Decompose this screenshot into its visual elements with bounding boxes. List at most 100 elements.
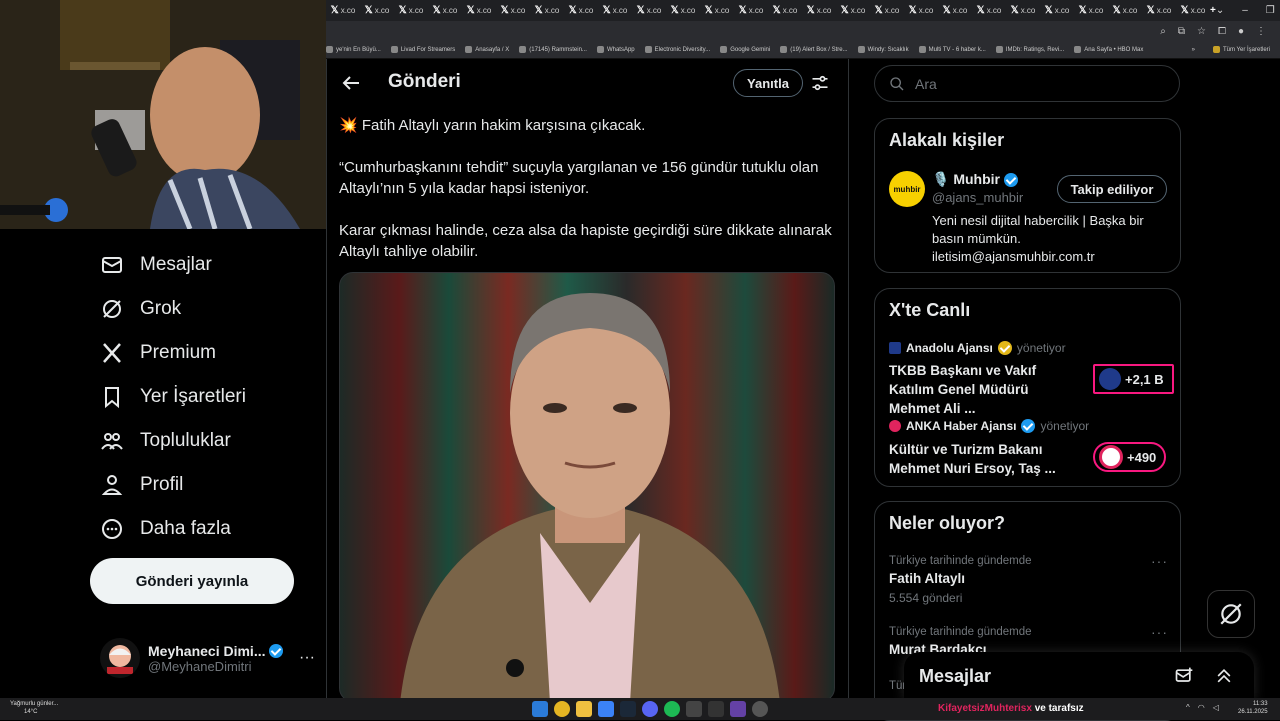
bookmark-item[interactable]: Anasayfa / X [465,46,509,53]
expand-drawer-icon[interactable] [1214,666,1234,686]
discord-icon[interactable] [642,701,658,717]
browser-tab[interactable]: 𝕏x.co [802,0,836,21]
trend-name[interactable]: Fatih Altaylı [889,571,965,586]
bookmark-item[interactable]: Ana Sayfa • HBO Max [1074,46,1143,53]
bookmark-item[interactable]: ye'nin En Büyü... [326,46,381,53]
post-button[interactable]: Gönderi yayınla [90,558,294,604]
live-source[interactable]: Anadolu Ajansı yönetiyor [889,341,1066,355]
nav-communities[interactable]: Topluluklar [100,426,231,456]
bookmark-item[interactable]: Livad For Streamers [390,46,455,53]
post-image[interactable] [339,272,835,698]
nav-more[interactable]: Daha fazla [100,514,231,544]
browser-tab[interactable]: 𝕏x.co [632,0,666,21]
bookmarks-more[interactable]: » [1192,47,1203,53]
account-switcher[interactable]: Meyhaneci Dimi... @MeyhaneDimitri ··· [100,636,315,680]
browser-tab[interactable]: 𝕏x.co [938,0,972,21]
app-icon[interactable] [730,701,746,717]
chevron-up-icon[interactable]: ^ [1186,703,1190,712]
more-icon[interactable]: ··· [1151,624,1168,640]
bookmark-item[interactable]: Electronic Diversity... [644,46,710,53]
wifi-icon[interactable]: ◠ [1198,703,1205,712]
related-account-name[interactable]: 🎙️ Muhbir [932,171,1018,188]
bookmark-item[interactable]: Multi TV - 6 haber k... [918,46,986,53]
compose-message-icon[interactable] [1174,666,1194,686]
filter-icon[interactable] [810,73,830,93]
nav-premium[interactable]: Premium [100,338,216,368]
browser-tab[interactable]: 𝕏x.co [1108,0,1142,21]
bookmark-item[interactable]: Windy: Sıcaklık [857,46,909,53]
browser-tab[interactable]: 𝕏x.co [1176,0,1210,21]
folder-icon[interactable] [576,701,592,717]
following-button[interactable]: Takip ediliyor [1057,175,1167,203]
windows-taskbar: Yağmurlu günler... 14°C KifayetsizMuhter… [0,698,1280,720]
browser-tab[interactable]: 𝕏x.co [1040,0,1074,21]
live-title[interactable]: Kültür ve Turizm Bakanı Mehmet Nuri Erso… [889,440,1079,478]
trend-count: 5.554 gönderi [889,591,963,605]
app-icon[interactable] [708,701,724,717]
star-icon[interactable]: ☆ [1197,26,1206,37]
grok-button[interactable] [1207,590,1255,638]
browser-tab[interactable]: 𝕏x.co [768,0,802,21]
browser-tab[interactable]: 𝕏x.co [1074,0,1108,21]
browser-tab[interactable]: 𝕏x.co [700,0,734,21]
bookmark-item[interactable]: (17145) Rammstein... [519,46,587,53]
search-icon[interactable]: ⌕ [1160,26,1166,37]
profile-icon[interactable]: ● [1238,26,1244,37]
browser-tab[interactable]: 𝕏x.co [564,0,598,21]
menu-icon[interactable]: ⋮ [1256,26,1266,37]
browser-tab[interactable]: 𝕏x.co [1006,0,1040,21]
messages-drawer[interactable]: Mesajlar [904,652,1254,700]
extensions-icon[interactable]: ⧠ [1218,26,1226,37]
more-icon[interactable]: ··· [299,649,315,667]
search-input[interactable]: Ara [874,65,1180,102]
restore-icon[interactable]: ❐ [1266,5,1275,16]
nav-grok[interactable]: Grok [100,294,181,324]
browser-tab[interactable]: 𝕏x.co [598,0,632,21]
tab-label: x.co [612,6,628,15]
bookmark-item[interactable]: WhatsApp [596,46,635,53]
browser-tab[interactable]: 𝕏x.co [326,0,360,21]
avatar[interactable]: muhbir [889,171,925,207]
live-listeners-badge[interactable]: +2,1 B [1093,364,1174,394]
nav-profile[interactable]: Profil [100,470,183,500]
browser-tab[interactable]: 𝕏x.co [836,0,870,21]
browser-tab[interactable]: 𝕏x.co [734,0,768,21]
bookmark-item[interactable]: (19) Alert Box / Stre... [780,46,848,53]
browser-tab[interactable]: 𝕏x.co [530,0,564,21]
browser-tab[interactable]: 𝕏x.co [360,0,394,21]
chevron-down-icon[interactable]: ⌄ [1216,5,1224,16]
spotify-icon[interactable] [664,701,680,717]
weather-widget[interactable]: Yağmurlu günler... 14°C [10,700,58,716]
live-source[interactable]: ANKA Haber Ajansı yönetiyor [889,419,1089,433]
browser-tab[interactable]: 𝕏x.co [666,0,700,21]
browser-tab[interactable]: 𝕏x.co [462,0,496,21]
install-icon[interactable]: ⧉ [1178,26,1185,37]
browser-tab[interactable]: 𝕏x.co [394,0,428,21]
browser-tab[interactable]: 𝕏x.co [972,0,1006,21]
live-listeners-badge[interactable]: +490 [1093,442,1167,472]
start-icon[interactable] [532,701,548,717]
reply-button[interactable]: Yanıtla [733,69,803,97]
app-icon[interactable] [686,701,702,717]
browser-tab[interactable]: 𝕏x.co [1142,0,1176,21]
nav-bookmarks[interactable]: Yer İşaretleri [100,382,246,412]
browser-tab[interactable]: 𝕏x.co [496,0,530,21]
browser-tab[interactable]: 𝕏x.co [904,0,938,21]
browser-tab[interactable]: 𝕏x.co [428,0,462,21]
bookmark-item[interactable]: Google Gemini [720,46,770,53]
nav-messages[interactable]: Mesajlar [100,250,212,280]
bookmark-item[interactable]: IMDb: Ratings, Revi... [995,46,1064,53]
system-clock[interactable]: 11:33 26.11.2025 [1238,700,1268,716]
all-bookmarks-folder[interactable]: Tüm Yer İşaretleri [1212,46,1270,53]
app-icon[interactable] [598,701,614,717]
app-icon[interactable] [752,701,768,717]
volume-icon[interactable]: ◁ [1213,703,1219,712]
browser-tab[interactable]: 𝕏x.co [870,0,904,21]
reply-button-label: Yanıtla [747,75,789,91]
chrome-icon[interactable] [554,701,570,717]
steam-icon[interactable] [620,701,636,717]
live-title[interactable]: TKBB Başkanı ve Vakıf Katılım Genel Müdü… [889,361,1079,418]
minimize-icon[interactable]: – [1242,5,1248,16]
back-arrow-icon[interactable] [339,71,363,95]
more-icon[interactable]: ··· [1151,553,1168,569]
